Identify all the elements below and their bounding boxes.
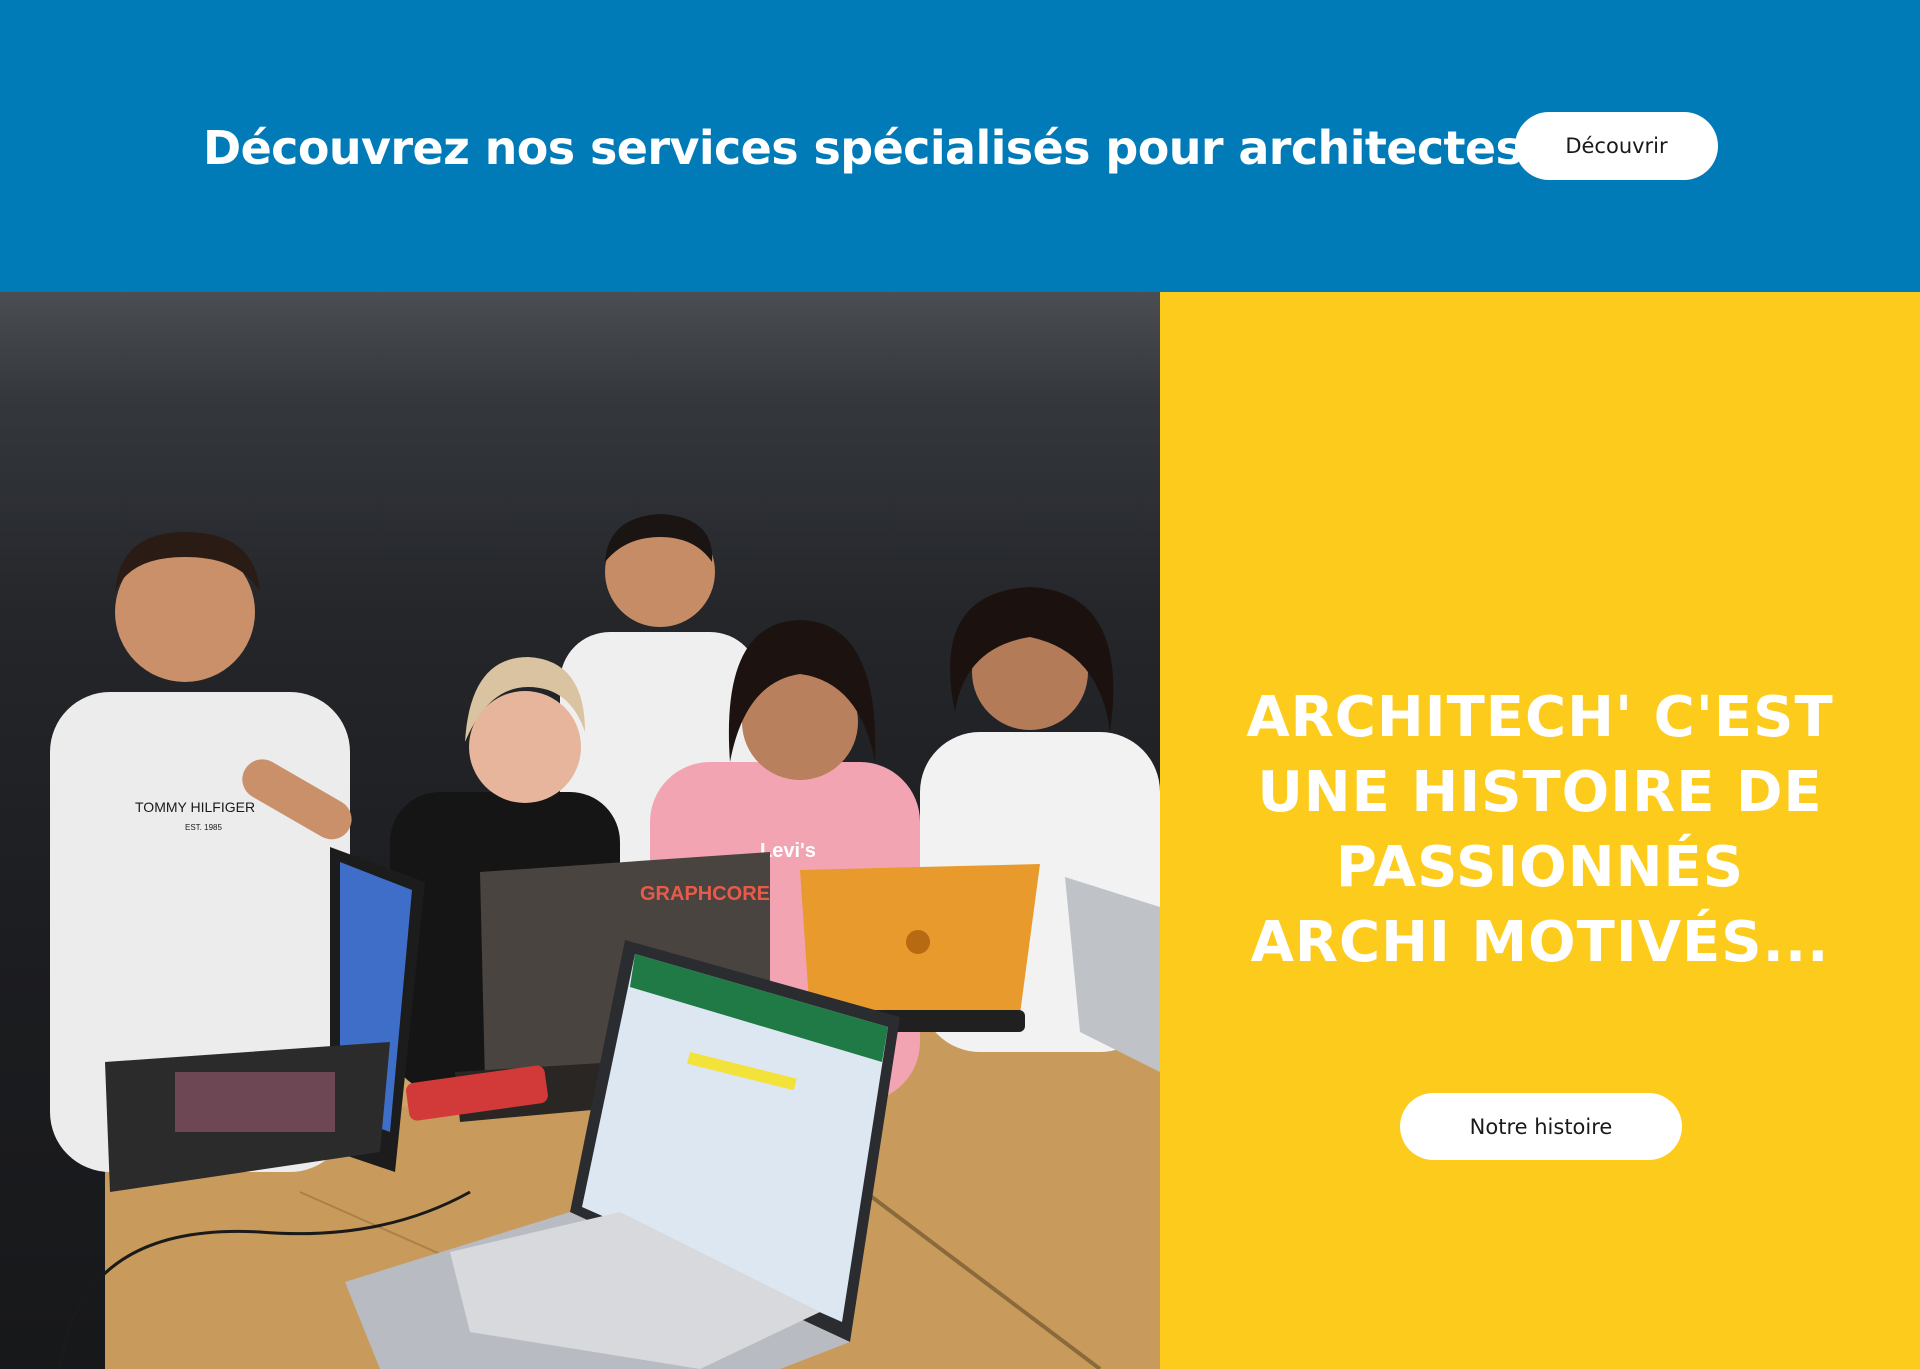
- story-heading: ARCHITECH' C'EST UNE HISTOIRE DE PASSION…: [1246, 685, 1834, 975]
- services-banner: Découvrez nos services spécialisés pour …: [0, 0, 1920, 292]
- tshirt-brand-text: TOMMY HILFIGER: [135, 799, 255, 815]
- tshirt-brand-subtext: EST. 1985: [185, 823, 222, 832]
- team-photo-illustration: TOMMY HILFIGER EST. 1985 Levi's GRAPHCOR…: [50, 514, 1160, 1369]
- team-photo: TOMMY HILFIGER EST. 1985 Levi's GRAPHCOR…: [0, 292, 1160, 1369]
- our-story-button[interactable]: Notre histoire: [1400, 1093, 1682, 1160]
- graphcore-text: GRAPHCORE: [640, 883, 770, 905]
- banner-heading: Découvrez nos services spécialisés pour …: [203, 121, 1523, 175]
- discover-button[interactable]: Découvrir: [1515, 112, 1718, 180]
